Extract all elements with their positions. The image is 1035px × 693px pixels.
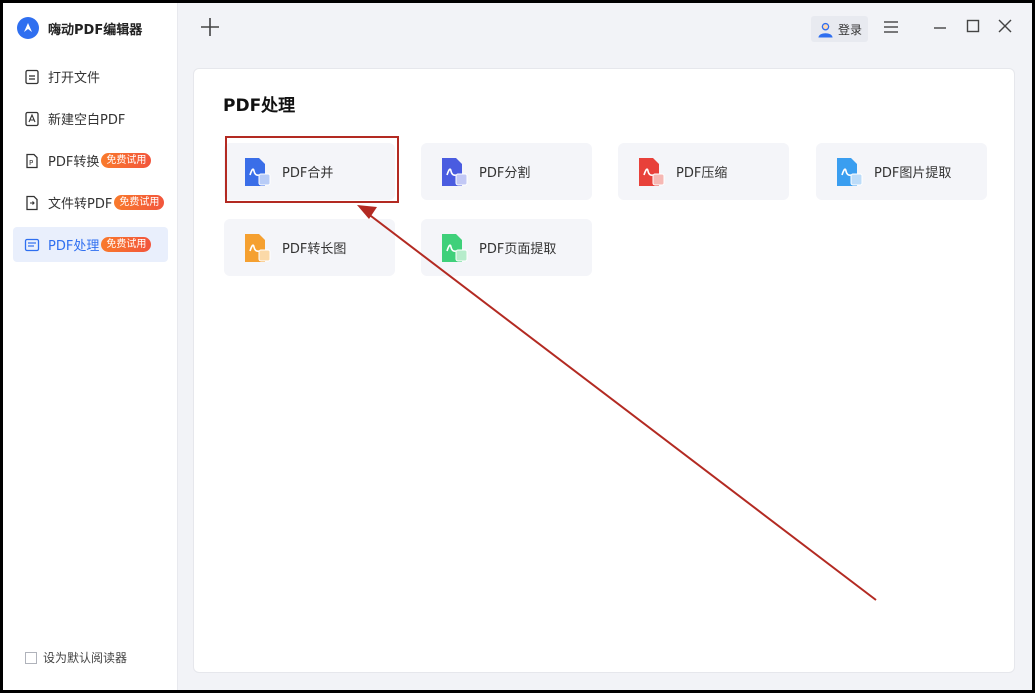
sidebar-item-label: 新建空白PDF: [48, 113, 126, 128]
tool-pdf-page-extract[interactable]: PDF页面提取: [421, 219, 592, 276]
open-file-icon: [23, 68, 41, 86]
sidebar-item-label: 打开文件: [48, 71, 101, 86]
plus-icon: [201, 18, 219, 36]
sidebar: 嗨动PDF编辑器 打开文件 新建空白PDF P PDF转换 免费试用 文件转PD…: [3, 3, 178, 690]
free-trial-badge: 免费试用: [101, 237, 152, 252]
default-reader-label: 设为默认阅读器: [43, 651, 128, 665]
login-button[interactable]: 登录: [811, 16, 869, 42]
sidebar-item-pdf-process[interactable]: PDF处理 免费试用: [13, 227, 168, 262]
menu-button[interactable]: [881, 17, 901, 37]
app-header: 嗨动PDF编辑器: [17, 17, 142, 39]
close-button[interactable]: [995, 17, 1015, 37]
top-bar: 登录: [179, 3, 1032, 53]
maximize-button[interactable]: [963, 17, 983, 37]
default-reader-checkbox[interactable]: [25, 651, 37, 664]
pdf-compress-icon: [639, 157, 665, 186]
tool-pdf-merge[interactable]: PDF合并: [224, 143, 395, 200]
sidebar-item-file-to-pdf[interactable]: 文件转PDF 免费试用: [13, 185, 168, 220]
sidebar-item-label: PDF转换: [48, 155, 100, 170]
login-label: 登录: [838, 22, 863, 37]
sidebar-item-label: 文件转PDF: [48, 197, 113, 212]
tool-label: PDF压缩: [676, 166, 728, 181]
sidebar-item-pdf-convert[interactable]: P PDF转换 免费试用: [13, 143, 168, 178]
tool-label: PDF图片提取: [874, 166, 952, 181]
file-to-pdf-icon: [23, 194, 41, 212]
tool-label: PDF合并: [282, 166, 334, 181]
pdf-merge-icon: [245, 157, 271, 186]
user-avatar-icon: [818, 22, 833, 38]
tool-pdf-to-long-image[interactable]: PDF转长图: [224, 219, 395, 276]
sidebar-nav: 打开文件 新建空白PDF P PDF转换 免费试用 文件转PDF 免费试用 PD…: [13, 59, 168, 269]
tool-label: PDF转长图: [282, 242, 347, 257]
app-name: 嗨动PDF编辑器: [48, 22, 143, 38]
tool-pdf-image-extract[interactable]: PDF图片提取: [816, 143, 987, 200]
page-title: PDF处理: [223, 96, 296, 116]
tool-pdf-compress[interactable]: PDF压缩: [618, 143, 789, 200]
tool-pdf-split[interactable]: PDF分割: [421, 143, 592, 200]
app-window: 嗨动PDF编辑器 打开文件 新建空白PDF P PDF转换 免费试用 文件转PD…: [3, 3, 1032, 690]
pdf-split-icon: [442, 157, 468, 186]
close-icon: [998, 19, 1012, 33]
maximize-icon: [966, 19, 980, 33]
sidebar-item-new-pdf[interactable]: 新建空白PDF: [13, 101, 168, 136]
app-logo-icon: [17, 17, 39, 39]
sidebar-item-label: PDF处理: [48, 239, 100, 254]
free-trial-badge: 免费试用: [114, 195, 165, 210]
tool-label: PDF分割: [479, 166, 531, 181]
default-reader-option[interactable]: 设为默认阅读器: [25, 649, 127, 666]
pdf-process-icon: [23, 236, 41, 254]
svg-text:P: P: [29, 159, 33, 167]
minimize-button[interactable]: [930, 17, 950, 37]
pdf-image-extract-icon: [837, 157, 863, 186]
add-tab-button[interactable]: [199, 16, 221, 38]
pdf-convert-icon: P: [23, 152, 41, 170]
tool-label: PDF页面提取: [479, 242, 557, 257]
free-trial-badge: 免费试用: [101, 153, 152, 168]
pdf-to-long-image-icon: [245, 233, 271, 262]
pdf-page-extract-icon: [442, 233, 468, 262]
main-panel: PDF处理 PDF合并 PDF分割 PDF压缩 PDF图片提取 PDF转长图 P…: [193, 68, 1015, 673]
hamburger-menu-icon: [884, 21, 898, 33]
minimize-icon: [934, 27, 946, 29]
new-pdf-icon: [23, 110, 41, 128]
sidebar-item-open-file[interactable]: 打开文件: [13, 59, 168, 94]
